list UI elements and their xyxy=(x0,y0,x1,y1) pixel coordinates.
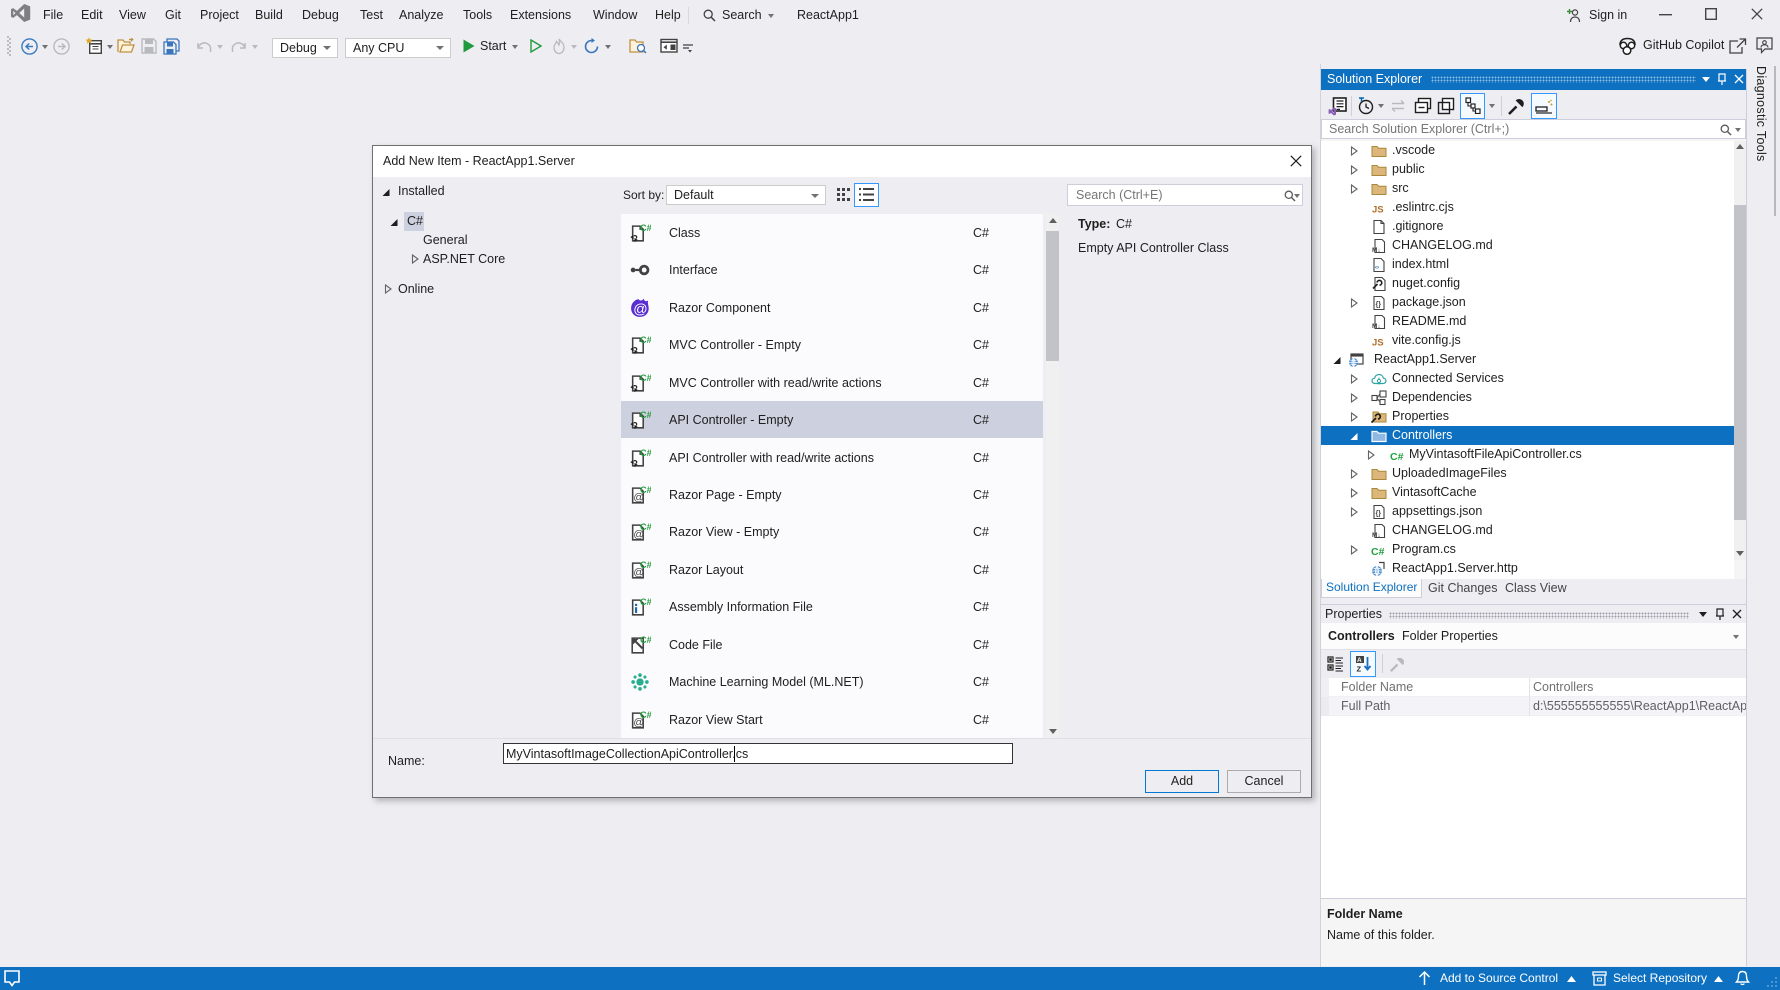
svg-text:Z: Z xyxy=(1357,665,1362,674)
svg-text:A: A xyxy=(1357,657,1362,664)
